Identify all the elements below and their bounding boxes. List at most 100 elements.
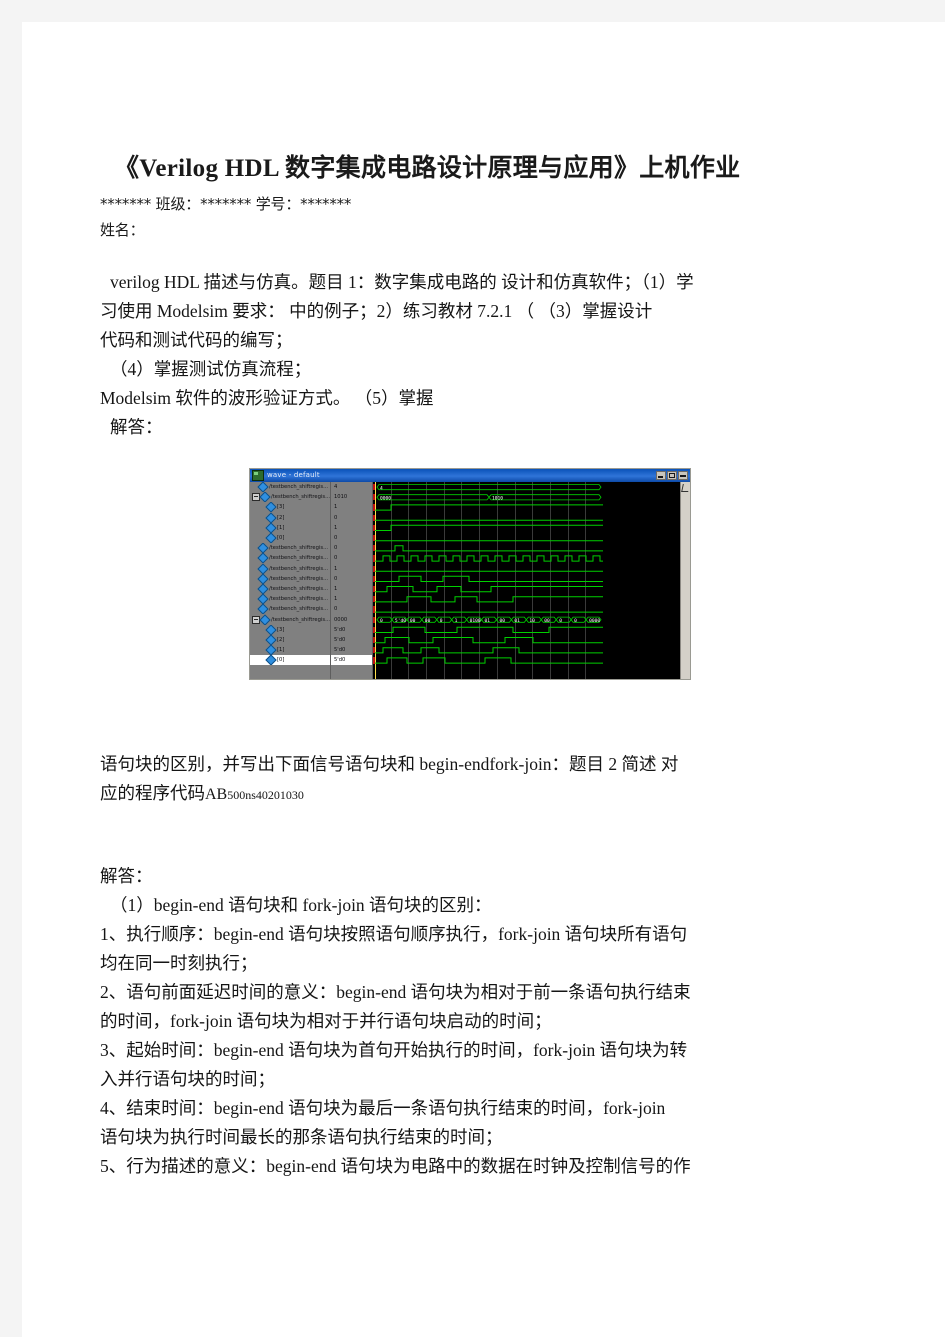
signal-marker [373, 616, 375, 623]
student-name-line: 姓名： [100, 221, 145, 239]
wave-body: /testbench_shiftregis... /testbench_shift… [250, 482, 690, 679]
svg-text:00: 00 [410, 618, 416, 624]
signal-row[interactable]: [0] [250, 532, 330, 544]
signal-diamond-icon [259, 614, 271, 625]
waveform-figure: wave - default /testbench_shiftregis... /… [100, 458, 840, 686]
signal-name-label: [2] [277, 514, 285, 521]
signal-name-label: /testbench_shiftregis... [269, 545, 329, 552]
signal-row[interactable]: /testbench_shiftregis... [250, 573, 330, 584]
signal-row[interactable]: /testbench_shiftregis... [250, 583, 330, 595]
signal-diamond-icon [265, 502, 277, 513]
page-gutter-top [0, 0, 945, 22]
signal-name-label: /testbench_shiftregis... [269, 555, 329, 562]
svg-text:0000: 0000 [589, 618, 600, 624]
signal-name-label: /testbench_shiftregis... [271, 494, 330, 501]
signal-diamond-icon [257, 583, 269, 595]
signal-row[interactable]: /testbench_shiftregis... [250, 614, 330, 625]
signal-diamond-icon [265, 624, 277, 635]
svg-text:0100: 0100 [470, 618, 481, 624]
signal-marker [373, 535, 375, 542]
signal-row[interactable]: /testbench_shiftregis... [250, 543, 330, 554]
signal-name-panel[interactable]: /testbench_shiftregis... /testbench_shift… [250, 482, 331, 679]
signal-diamond-icon [257, 573, 269, 584]
signal-diamond-icon [265, 645, 277, 656]
minimize-icon[interactable] [656, 471, 666, 480]
answer-item-6: 入并行语句块的时间； [100, 1069, 275, 1089]
signal-value-cell: 5'd0 [331, 655, 372, 666]
answer-item-7: 4、结束时间：begin-end 语句块为最后一条语句执行结束的时间，fork-… [100, 1098, 666, 1118]
svg-text:5'd0: 5'd0 [395, 618, 406, 624]
signal-diamond-icon [257, 482, 269, 493]
signal-value-cell: 1 [334, 596, 338, 603]
signal-name-label: [2] [277, 636, 285, 643]
signal-diamond-icon [257, 543, 269, 554]
signal-diamond-icon [265, 655, 277, 666]
signal-row[interactable]: /testbench_shiftregis... [250, 563, 330, 574]
signal-row[interactable]: [0] [250, 655, 330, 666]
signal-value-cell: 4 [334, 484, 338, 491]
close-icon[interactable] [678, 471, 688, 480]
svg-text:1010: 1010 [492, 496, 503, 502]
signal-row[interactable]: [3] [250, 624, 330, 635]
wave-vertical-scrollbar[interactable] [680, 482, 690, 679]
signal-marker [373, 626, 375, 633]
signal-value-cell: 0 [334, 555, 338, 562]
signal-diamond-icon [257, 553, 269, 564]
signal-name-label: [0] [277, 657, 285, 664]
signal-diamond-icon [265, 532, 277, 544]
signal-marker [373, 586, 375, 593]
signal-value-panel[interactable]: 4 1010 1 0 1 0 0 0 1 0 1 1 0 0000 5'd0 5'd0 5'd0 5'd0 [331, 482, 373, 679]
signal-row[interactable]: /testbench_shiftregis... [250, 482, 330, 493]
signal-value-cell: 5'd0 [334, 647, 346, 654]
mid-paragraph-line-1: 语句块的区别，并写出下面信号语句块和 begin-endfork-join：题目… [100, 754, 679, 774]
svg-text:4: 4 [380, 485, 383, 491]
signal-row[interactable]: [1] [250, 645, 330, 656]
signal-value-cell: 0 [334, 545, 338, 552]
svg-text:0: 0 [559, 618, 562, 624]
svg-text:01: 01 [514, 618, 520, 624]
signal-value-cell: 1 [334, 524, 338, 531]
wave-app-icon [252, 470, 264, 481]
signal-name-label: /testbench_shiftregis... [269, 606, 329, 613]
answer-item-3: 2、语句前面延迟时间的意义：begin-end 语句块为相对于前一条语句执行结束 [100, 982, 691, 1002]
signal-marker [373, 575, 375, 582]
svg-text:0: 0 [574, 618, 577, 624]
document-page: 《Verilog HDL 数字集成电路设计原理与应用》上机作业 ******* … [22, 22, 945, 1337]
signal-row[interactable]: /testbench_shiftregis... [250, 604, 330, 615]
signal-row[interactable]: [2] [250, 512, 330, 523]
document-content: 《Verilog HDL 数字集成电路设计原理与应用》上机作业 ******* … [100, 152, 840, 1181]
signal-marker [373, 514, 375, 521]
signal-diamond-icon [265, 634, 277, 645]
signal-name-label: /testbench_shiftregis... [269, 484, 329, 491]
intro-line-5: 解答： [110, 417, 163, 437]
answer-item-2: 均在同一时刻执行； [100, 953, 258, 973]
signal-row[interactable]: [2] [250, 634, 330, 645]
signal-diamond-icon [265, 522, 277, 533]
waveform-canvas[interactable]: 4 0000 1010 0 5'd0 00 00 0 1 0100 01 00 01 10 00 0 0 0000 [373, 482, 680, 679]
signal-row[interactable]: [3] [250, 502, 330, 513]
signal-name-label: [3] [277, 626, 285, 633]
intro-line-2: 代码和测试代码的编写； [100, 330, 293, 350]
signal-row[interactable]: /testbench_shiftregis... [250, 492, 330, 503]
signal-marker [373, 657, 375, 664]
svg-text:10: 10 [529, 618, 535, 624]
signal-marker [373, 555, 375, 562]
mid-paragraph-run-small: 500ns40201030 [227, 788, 304, 802]
intro-line-1: 习使用 Modelsim 要求： 中的例子；2）练习教材 7.2.1 （ （3）… [100, 301, 653, 321]
signal-value-cell: 5'd0 [334, 626, 346, 633]
signal-marker [373, 504, 375, 511]
mid-paragraph-line-2: 应的程序代码AB500ns40201030 [100, 779, 840, 810]
page-gutter-left [0, 0, 22, 1337]
signal-row[interactable]: /testbench_shiftregis... [250, 553, 330, 564]
maximize-icon[interactable] [667, 471, 677, 480]
svg-text:00: 00 [425, 618, 431, 624]
signal-name-label: /testbench_shiftregis... [271, 616, 330, 623]
intro-line-4: Modelsim 软件的波形验证方式。 （5）掌握 [100, 388, 434, 408]
signal-marker [373, 596, 375, 603]
signal-diamond-icon [259, 492, 271, 503]
signal-name-label: /testbench_shiftregis... [269, 575, 329, 582]
signal-value-cell: 0000 [334, 616, 348, 623]
signal-row[interactable]: /testbench_shiftregis... [250, 594, 330, 605]
signal-row[interactable]: [1] [250, 522, 330, 533]
wave-window: wave - default /testbench_shiftregis... /… [249, 468, 691, 680]
